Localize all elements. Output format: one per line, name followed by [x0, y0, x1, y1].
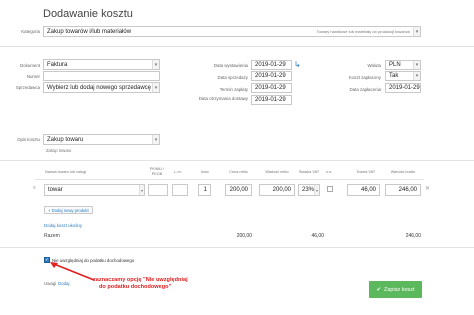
document-select[interactable]: Faktura ▾: [43, 59, 160, 70]
sale-date-label: Data sprzedaży: [217, 75, 248, 80]
annotation-line-1: zaznaczamy opcję "Nie uwzględniaj: [93, 277, 188, 283]
qty-value: 1: [203, 187, 207, 193]
total-net: 200,00: [236, 233, 252, 239]
sale-date-input[interactable]: 2019-01-29: [251, 71, 292, 81]
cost-desc-sub: Zakup towaru: [46, 148, 72, 153]
total-vat: 46,00: [311, 233, 324, 239]
col-vat-amount-header: Kwota VAT: [356, 170, 376, 174]
save-cost-button[interactable]: ✔ Zapisz koszt: [369, 281, 422, 298]
issue-date-label: Data wystawienia: [213, 63, 248, 68]
product-name-value: towar: [48, 187, 63, 193]
ne-checkbox[interactable]: [327, 186, 333, 192]
qty-input[interactable]: 1: [198, 184, 211, 196]
document-value: Faktura: [47, 61, 68, 68]
received-date-value: 2019-01-29: [255, 97, 286, 103]
due-date-value: 2019-01-29: [255, 85, 286, 91]
vat-amount-value: 46,00: [360, 187, 376, 193]
save-cost-label: Zapisz koszt: [384, 286, 415, 293]
seller-label: Sprzedawca: [15, 85, 40, 90]
total-label: Razem: [44, 233, 60, 239]
category-value: Zakup towarów i/lub materiałów: [47, 28, 132, 35]
paid-select[interactable]: Tak ▾: [385, 71, 421, 81]
annotation-line-2: do podatku dochodowego": [99, 284, 172, 290]
net-value-input[interactable]: 200,00: [259, 184, 295, 196]
notes-prefix: Uwagi: [44, 281, 57, 286]
seller-value: Wybierz lub dodaj nowego sprzedawcę: [47, 84, 152, 91]
product-name-input[interactable]: towar ▾: [44, 184, 145, 196]
vat-rate-select[interactable]: 23% ▾: [298, 184, 320, 196]
number-input[interactable]: [43, 71, 160, 81]
notes-add-link[interactable]: Dodaj: [58, 281, 69, 286]
number-label: Numer: [26, 74, 40, 79]
col-unit-net-header: Cena netto: [229, 170, 248, 174]
chevron-down-icon: ▾: [139, 185, 144, 195]
col-ne-header: n.o.: [325, 170, 333, 174]
sync-arrow-icon[interactable]: ↳: [294, 60, 301, 69]
attachment-link[interactable]: Dodaj koszt ukośny: [44, 223, 82, 228]
chevron-down-icon: ▾: [413, 72, 420, 80]
col-pkwiu-header: PKWiU / PKOB: [149, 167, 165, 176]
col-gross-header: Wartość brutto: [390, 170, 416, 174]
gross-input[interactable]: 246,00: [385, 184, 421, 196]
issue-date-input[interactable]: 2019-01-29: [251, 60, 292, 70]
category-select[interactable]: Zakup towarów i/lub materiałów Towary ha…: [43, 26, 421, 37]
currency-value: PLN: [389, 62, 401, 68]
received-date-input[interactable]: 2019-01-29: [251, 95, 292, 105]
pkwiu-input[interactable]: [148, 184, 168, 196]
category-hint: Towary handlowe lub materiały do produkc…: [316, 29, 410, 34]
unit-input[interactable]: [172, 184, 188, 196]
col-qty-header: Ilość: [201, 170, 209, 174]
chevron-down-icon: ▾: [413, 61, 420, 69]
chevron-down-icon: ▾: [152, 135, 159, 144]
unit-net-value: 200,00: [229, 187, 248, 193]
cost-desc-value: Zakup towaru: [47, 136, 84, 143]
divider: [0, 247, 474, 248]
chevron-down-icon: ▾: [152, 83, 159, 92]
seller-select[interactable]: Wybierz lub dodaj nowego sprzedawcę ▾: [43, 82, 160, 93]
divider: [0, 160, 474, 161]
issue-date-value: 2019-01-29: [255, 62, 286, 68]
total-gross: 246,00: [405, 233, 421, 239]
cost-desc-select[interactable]: Zakup towaru ▾: [43, 134, 160, 145]
divider: [0, 46, 474, 47]
col-name-header: Nazwa towaru lub usługi: [45, 170, 87, 174]
page-title: Dodawanie kosztu: [43, 8, 133, 20]
row-handle-icon[interactable]: ≡: [33, 185, 36, 191]
vat-rate-value: 23%: [302, 187, 315, 193]
paid-date-label: Data zapłacenia: [349, 87, 382, 92]
divider: [35, 179, 424, 180]
paid-label: Koszt zapłacony: [349, 75, 381, 80]
chevron-down-icon: ▾: [314, 185, 319, 195]
chevron-down-icon: ▾: [152, 60, 159, 69]
chevron-down-icon: ▾: [413, 27, 420, 36]
currency-label: Waluta: [367, 63, 381, 68]
cost-desc-label: Opis kosztu: [17, 137, 40, 142]
col-vat-rate-header: Stawka VAT: [298, 170, 320, 174]
currency-select[interactable]: PLN ▾: [385, 60, 421, 70]
received-date-label: Data otrzymania dostawy: [198, 96, 248, 101]
add-product-button[interactable]: + Dodaj nowy produkt: [44, 206, 93, 214]
paid-date-input[interactable]: 2019-01-29: [385, 83, 421, 93]
col-net-value-header: Wartość netto: [265, 170, 289, 174]
unit-net-input[interactable]: 200,00: [225, 184, 252, 196]
document-label: Dokument: [19, 63, 40, 68]
gross-value: 246,00: [398, 187, 417, 193]
paid-value: Tak: [389, 73, 399, 79]
net-value-value: 200,00: [272, 187, 291, 193]
paid-date-value: 2019-01-29: [389, 85, 420, 91]
due-date-input[interactable]: 2019-01-29: [251, 83, 292, 93]
check-icon: ✔: [376, 286, 382, 293]
col-lm-header: L.m.: [174, 170, 182, 174]
delete-row-icon[interactable]: ✕: [425, 185, 430, 192]
category-label: Kategoria: [21, 29, 40, 34]
vat-amount-input[interactable]: 46,00: [347, 184, 380, 196]
sale-date-value: 2019-01-29: [255, 73, 286, 79]
due-date-label: Termin zapłaty: [219, 87, 248, 92]
